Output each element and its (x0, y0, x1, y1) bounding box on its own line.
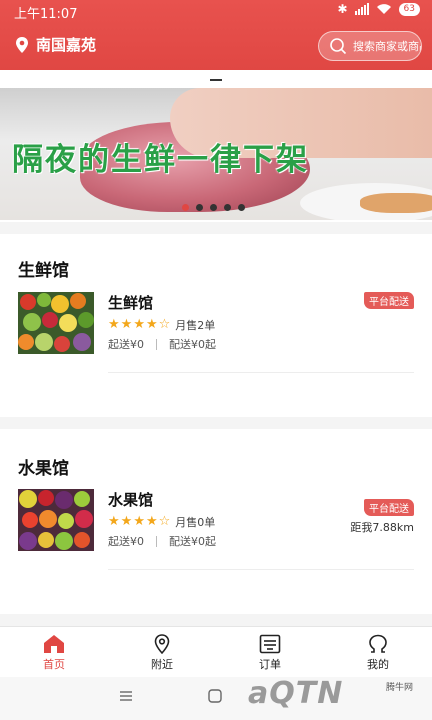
tab-nearby[interactable]: 附近 (108, 627, 216, 676)
search-box[interactable] (318, 31, 422, 61)
section-title: 生鲜馆 (18, 261, 69, 281)
shop-name: 生鲜馆 (108, 294, 154, 312)
bottom-tab-bar: 首页 附近 订单 我的 (0, 626, 432, 676)
home-button-icon[interactable] (207, 689, 223, 703)
section-gap (0, 417, 432, 429)
menu-icon[interactable] (118, 689, 134, 703)
banner-pagination (182, 204, 245, 211)
section-gap (0, 222, 432, 234)
shop-thumbnail (18, 292, 94, 354)
star-filled-icon: ★ (145, 514, 158, 529)
star-filled-icon: ★ (133, 514, 145, 529)
search-icon (330, 38, 347, 55)
star-filled-icon: ★ (108, 317, 120, 332)
banner-dot[interactable] (210, 204, 217, 211)
profile-icon (369, 634, 387, 653)
banner-tray (360, 193, 432, 213)
section-title: 水果馆 (18, 459, 69, 479)
rating-stars: ★ ★ ★ ★ ☆ 月售2单 (108, 317, 215, 333)
watermark-text: 腾牛网 (386, 683, 414, 693)
banner-text: 隔夜的生鲜一律下架 (12, 142, 309, 178)
divider (108, 569, 414, 570)
tab-label: 附近 (151, 658, 173, 671)
delivery-fee: 配送¥0起 (169, 535, 216, 548)
status-icons: ✱ 63 (337, 2, 420, 16)
location-pin-icon (16, 36, 28, 53)
star-filled-icon: ★ (145, 317, 158, 332)
shop-fees: 起送¥0 配送¥0起 (108, 533, 216, 549)
battery-icon: 63 (398, 2, 420, 16)
signal-icon (354, 3, 369, 15)
banner-dot[interactable] (238, 204, 245, 211)
star-empty-icon: ☆ (158, 317, 171, 332)
delivery-fee: 配送¥0起 (169, 338, 216, 351)
section-gap (0, 614, 432, 626)
scroll-indicator (210, 79, 222, 81)
bluetooth-icon: ✱ (337, 2, 348, 16)
shop-card[interactable]: 水果馆 ★ ★ ★ ★ ☆ 月售0单 起送¥0 配送¥0起 平台配送 距我7.8… (0, 489, 432, 570)
banner-dot[interactable] (224, 204, 231, 211)
shop-name: 水果馆 (108, 491, 154, 509)
shop-thumbnail (18, 489, 94, 551)
location-pin-icon (154, 634, 170, 654)
system-nav-bar (0, 677, 432, 720)
search-input[interactable] (353, 39, 421, 53)
shop-fees: 起送¥0 配送¥0起 (108, 336, 216, 352)
order-icon (259, 634, 281, 654)
location-label: 南国嘉苑 (36, 36, 97, 54)
watermark-logo: aQTN (248, 676, 344, 711)
tab-label: 首页 (43, 658, 65, 671)
star-empty-icon: ☆ (158, 514, 171, 529)
min-order: 起送¥0 (108, 338, 144, 351)
rating-stars: ★ ★ ★ ★ ☆ 月售0单 (108, 514, 215, 530)
star-filled-icon: ★ (133, 317, 145, 332)
tab-profile[interactable]: 我的 (324, 627, 432, 676)
status-time: 上午11:07 (14, 7, 78, 22)
promo-banner[interactable]: 隔夜的生鲜一律下架 (0, 88, 432, 220)
tab-label: 订单 (259, 658, 281, 671)
tab-orders[interactable]: 订单 (216, 627, 324, 676)
wifi-icon (376, 4, 391, 14)
star-filled-icon: ★ (108, 514, 120, 529)
monthly-sales: 月售0单 (175, 516, 216, 529)
app-header: 上午11:07 ✱ 63 南国嘉苑 (0, 0, 432, 70)
divider (156, 338, 157, 350)
shop-card[interactable]: 生鲜馆 ★ ★ ★ ★ ☆ 月售2单 起送¥0 配送¥0起 平台配送 (0, 292, 432, 373)
divider (108, 372, 414, 373)
tab-home[interactable]: 首页 (0, 627, 108, 676)
delivery-badge: 平台配送 (364, 499, 414, 516)
star-filled-icon: ★ (120, 514, 133, 529)
divider (156, 535, 157, 547)
location-selector[interactable]: 南国嘉苑 (14, 34, 96, 55)
monthly-sales: 月售2单 (175, 319, 216, 332)
banner-dot[interactable] (196, 204, 203, 211)
star-filled-icon: ★ (120, 317, 133, 332)
tab-label: 我的 (367, 658, 389, 671)
shop-distance: 距我7.88km (350, 521, 414, 534)
status-bar: 上午11:07 ✱ 63 (0, 0, 432, 22)
delivery-badge: 平台配送 (364, 292, 414, 309)
banner-dot[interactable] (182, 204, 189, 211)
home-icon (44, 635, 64, 653)
min-order: 起送¥0 (108, 535, 144, 548)
